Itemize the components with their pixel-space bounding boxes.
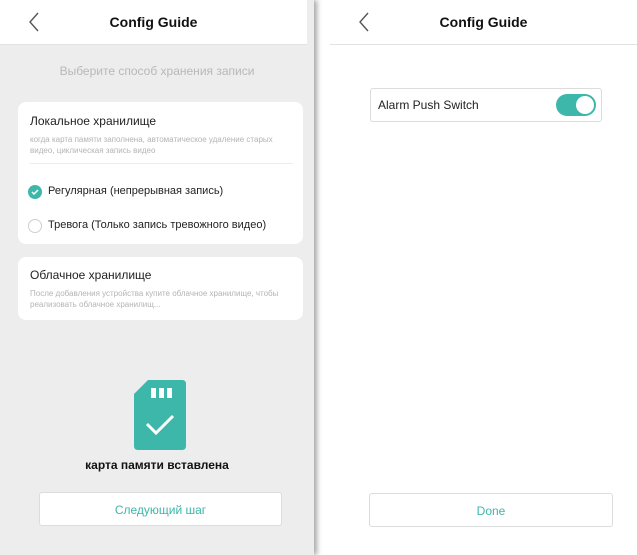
chevron-left-icon bbox=[358, 12, 378, 32]
local-storage-title: Локальное хранилище bbox=[30, 114, 157, 128]
radio-unchecked[interactable] bbox=[28, 219, 42, 233]
alarm-push-label: Alarm Push Switch bbox=[378, 98, 479, 112]
local-storage-description: когда карта памяти заполнена, автоматиче… bbox=[30, 135, 273, 155]
divider bbox=[30, 163, 293, 164]
chevron-left-icon bbox=[28, 12, 48, 32]
sd-card-check-icon bbox=[134, 380, 186, 455]
top-bar: Config Guide bbox=[330, 0, 637, 45]
done-button[interactable]: Done bbox=[369, 493, 613, 527]
config-guide-alarm-screen: Config Guide Alarm Push Switch Done bbox=[330, 0, 637, 555]
top-bar: Config Guide bbox=[0, 0, 307, 45]
option-alarm-label: Тревога (Только запись тревожного видео) bbox=[48, 219, 267, 231]
checkmark-icon bbox=[31, 189, 39, 195]
sd-card-status: карта памяти вставлена bbox=[85, 458, 229, 472]
alarm-push-toggle[interactable] bbox=[556, 94, 596, 116]
option-alarm-recording[interactable]: Тревога (Только запись тревожного видео) bbox=[28, 216, 300, 236]
radio-checked[interactable] bbox=[28, 185, 42, 199]
option-regular-label: Регулярная (непрерывная запись) bbox=[48, 185, 224, 197]
cloud-storage-description: После добавления устройства купите облач… bbox=[30, 289, 279, 309]
cloud-storage-card[interactable]: Облачное хранилище После добавления устр… bbox=[18, 257, 303, 320]
alarm-push-row: Alarm Push Switch bbox=[370, 88, 602, 122]
back-button[interactable] bbox=[358, 12, 378, 32]
config-guide-storage-screen: Config Guide Выберите способ хранения за… bbox=[0, 0, 314, 555]
option-regular-recording[interactable]: Регулярная (непрерывная запись) bbox=[28, 182, 298, 202]
storage-method-prompt: Выберите способ хранения записи bbox=[59, 64, 255, 78]
next-step-button[interactable]: Следующий шаг bbox=[39, 492, 282, 526]
back-button[interactable] bbox=[28, 12, 48, 32]
toggle-knob bbox=[576, 96, 594, 114]
local-storage-card: Локальное хранилище когда карта памяти з… bbox=[18, 102, 303, 244]
cloud-storage-title: Облачное хранилище bbox=[30, 268, 152, 282]
